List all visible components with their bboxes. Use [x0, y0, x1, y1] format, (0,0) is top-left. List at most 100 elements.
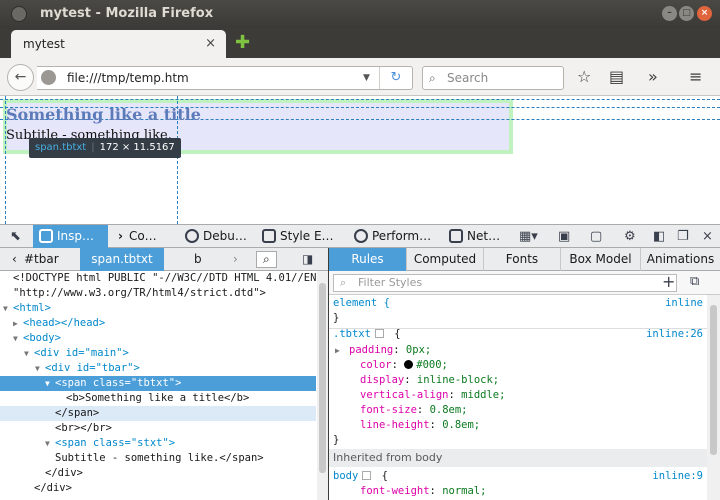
guide-line — [0, 99, 720, 100]
search-input[interactable]: ⌕ Search — [422, 66, 564, 90]
markup-line[interactable]: <b>Something like a title</b> — [0, 391, 316, 406]
rule-declaration[interactable]: color: #000; — [333, 358, 448, 373]
markup-line[interactable]: ▼ <span class="stxt"> — [0, 436, 316, 451]
split-console-icon[interactable]: ▦▾ — [519, 225, 538, 248]
tab-network[interactable]: Net… — [447, 225, 509, 248]
new-tab-plus-icon[interactable]: ✚ — [235, 34, 250, 52]
rule-declaration[interactable]: font-size: 0.8em; — [333, 403, 468, 418]
rules-panel: Rules Computed Fonts Box Model Animation… — [329, 248, 720, 500]
history-dropdown-icon[interactable]: ▼ — [363, 67, 370, 89]
expand-toggle-icon[interactable]: ▶ — [335, 343, 345, 358]
expand-toggle-icon[interactable]: ▼ — [35, 361, 45, 376]
pick-element-icon[interactable]: ⬉ — [10, 225, 21, 248]
markup-line[interactable]: </div> — [0, 481, 316, 496]
markup-line[interactable]: ▼ <html> — [0, 301, 316, 316]
infobar-selector: span.tbtxt — [35, 142, 87, 153]
tab-style-editor[interactable]: Style E… — [260, 225, 346, 248]
rule-close-brace: } — [333, 312, 340, 324]
markup-line[interactable]: ▼ <div id="main"> — [0, 346, 316, 361]
markup-line[interactable]: </span> — [0, 406, 316, 421]
tab-box-model[interactable]: Box Model — [561, 248, 641, 271]
expand-toggle-icon[interactable]: ▼ — [45, 376, 55, 391]
tab-mytest[interactable]: mytest × — [11, 30, 226, 58]
markup-line[interactable]: <!DOCTYPE html PUBLIC "-//W3C//DTD HTML … — [0, 271, 316, 286]
network-icon — [449, 229, 463, 243]
close-window-icon[interactable]: × — [697, 6, 712, 21]
tab-fonts[interactable]: Fonts — [484, 248, 561, 271]
breadcrumb-forward-icon[interactable]: › — [225, 248, 246, 271]
rule-declaration[interactable]: vertical-align: middle; — [333, 388, 505, 403]
minimize-icon[interactable]: – — [662, 6, 677, 21]
page-title: Something like a title — [6, 105, 201, 124]
expand-toggle-icon[interactable]: ▼ — [45, 436, 55, 451]
rule-declaration[interactable]: ▶ padding: 0px; — [333, 343, 431, 358]
search-icon: ⌕ — [340, 276, 347, 289]
filter-styles-input[interactable]: ⌕ Filter Styles — [333, 274, 677, 292]
breadcrumb-item[interactable]: b — [186, 248, 210, 271]
markup-line[interactable]: Subtitle - something like.</span> — [0, 451, 316, 466]
rule-declaration[interactable]: line-height: 0.8em; — [333, 418, 480, 433]
back-arrow-icon[interactable]: ← — [7, 64, 34, 91]
expand-toggle-icon[interactable]: ▼ — [24, 346, 34, 361]
settings-gear-icon[interactable]: ⚙ — [624, 225, 636, 248]
markup-line[interactable]: ▼ <body> — [0, 331, 316, 346]
markup-line[interactable]: </div> — [0, 466, 316, 481]
close-devtools-icon[interactable]: × — [702, 225, 713, 248]
markup-line[interactable]: ▶ <head></head> — [0, 316, 316, 331]
style-editor-icon — [262, 229, 276, 243]
rule-source-link[interactable]: inline:26 — [646, 327, 703, 342]
tab-console[interactable]: › Co… — [114, 225, 176, 248]
url-text[interactable]: file:///tmp/temp.htm — [67, 67, 189, 89]
reading-list-icon[interactable]: ▤ — [609, 67, 624, 87]
console-icon: › — [118, 229, 123, 243]
tab-rules[interactable]: Rules — [329, 248, 407, 271]
undock-icon[interactable]: ❐ — [677, 225, 689, 248]
toggle-sidebar-icon[interactable]: ◨ — [294, 248, 321, 271]
tab-animations[interactable]: Animations — [641, 248, 720, 271]
markup-search-icon[interactable]: ⌕ — [256, 251, 277, 268]
breadcrumb-item[interactable]: #tbar — [16, 248, 67, 271]
search-placeholder: Search — [447, 71, 489, 85]
markup-line-selected[interactable]: ▼ <span class="tbtxt"> — [0, 376, 316, 391]
maximize-icon[interactable]: □ — [679, 6, 694, 21]
firefox-icon — [11, 6, 27, 22]
breadcrumb-item-active[interactable]: span.tbtxt — [80, 248, 164, 271]
selector-highlight-icon[interactable] — [362, 471, 372, 480]
add-rule-icon[interactable]: + — [662, 272, 675, 291]
toggle-pseudo-class-icon[interactable]: ⧉ — [690, 274, 699, 289]
rule-declaration[interactable]: display: inline-block; — [333, 373, 499, 388]
responsive-icon[interactable]: ▢ — [590, 225, 602, 248]
url-bar[interactable]: file:///tmp/temp.htm ▼ ↻ — [37, 66, 413, 90]
node-infobar: span.tbtxt | 172 × 11.5167 — [29, 138, 181, 158]
reload-icon[interactable]: ↻ — [379, 67, 412, 89]
tab-label: mytest — [23, 37, 65, 51]
rules-scrollbar[interactable] — [707, 295, 720, 500]
expand-toggle-icon[interactable]: ▼ — [13, 331, 23, 346]
dock-side-icon[interactable]: ◧ — [653, 225, 665, 248]
tab-computed[interactable]: Computed — [407, 248, 484, 271]
markup-line[interactable]: ▼ <div id="tbar"> — [0, 361, 316, 376]
scrollbar-thumb[interactable] — [319, 283, 326, 473]
tab-inspector[interactable]: Insp… — [33, 225, 108, 248]
rule-source-link[interactable]: inline:9 — [652, 469, 703, 484]
close-tab-icon[interactable]: × — [205, 30, 216, 58]
window-titlebar: mytest - Mozilla Firefox – □ × — [0, 0, 720, 28]
collapse-toggle-icon[interactable]: ▶ — [13, 316, 23, 331]
overflow-chevron-icon[interactable]: » — [648, 67, 658, 87]
devtools-toolbar: ⬉ Insp… › Co… Debu… Style E… Perform… Net… — [0, 224, 720, 248]
markup-scrollbar[interactable] — [317, 271, 328, 500]
rule-declaration[interactable]: font-weight: normal; — [333, 484, 486, 499]
tab-performance[interactable]: Perform… — [352, 225, 440, 248]
tab-debugger[interactable]: Debu… — [182, 225, 254, 248]
markup-line[interactable]: <br></br> — [0, 421, 316, 436]
scrollbar-thumb[interactable] — [710, 305, 717, 455]
expand-toggle-icon[interactable]: ▼ — [3, 301, 13, 316]
rule-source-link[interactable]: inline — [665, 296, 703, 311]
dock-bottom-icon[interactable]: ▣ — [558, 225, 570, 248]
markup-line[interactable]: "http://www.w3.org/TR/html4/strict.dtd"> — [0, 286, 316, 301]
search-icon: ⌕ — [429, 71, 436, 85]
menu-hamburger-icon[interactable]: ≡ — [689, 67, 702, 87]
color-swatch-icon[interactable] — [404, 360, 414, 369]
bookmark-star-icon[interactable]: ☆ — [577, 67, 591, 87]
selector-highlight-icon[interactable] — [374, 329, 384, 338]
